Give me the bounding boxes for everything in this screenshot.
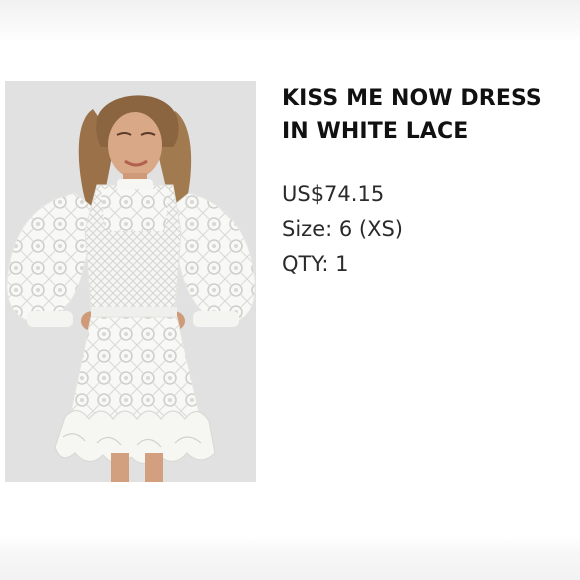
product-size: Size: 6 (XS)	[282, 217, 403, 241]
product-price: US$74.15	[282, 182, 385, 206]
product-quantity: QTY: 1	[282, 252, 349, 276]
product-details: KISS ME NOW DRESS IN WHITE LACE US$74.15…	[282, 82, 572, 282]
product-title: KISS ME NOW DRESS IN WHITE LACE	[282, 86, 542, 144]
dress-photo-illustration	[5, 81, 256, 482]
top-fade	[0, 0, 580, 42]
product-image[interactable]	[5, 81, 256, 482]
listing-screenshot: KISS ME NOW DRESS IN WHITE LACE US$74.15…	[0, 0, 580, 580]
bottom-fade	[0, 536, 580, 580]
